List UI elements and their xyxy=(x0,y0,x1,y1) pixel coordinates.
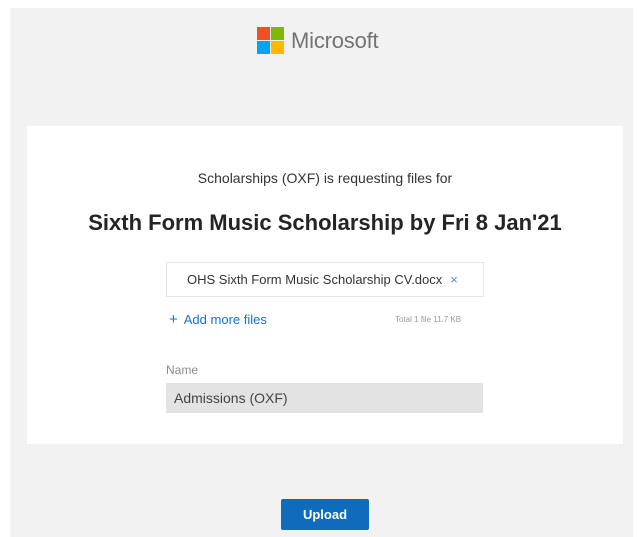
requester-line: Scholarships (OXF) is requesting files f… xyxy=(197,170,453,186)
brand-name: Microsoft xyxy=(291,27,379,53)
name-field[interactable] xyxy=(166,383,483,413)
file-item: OHS Sixth Form Music Scholarship CV.docx… xyxy=(166,262,484,297)
remove-file-icon[interactable]: × xyxy=(450,272,458,287)
microsoft-logo-icon xyxy=(257,27,284,54)
upload-button[interactable]: Upload xyxy=(281,499,369,530)
logo-square-yellow xyxy=(271,41,284,54)
request-title: Sixth Form Music Scholarship by Fri 8 Ja… xyxy=(88,210,562,235)
logo-square-red xyxy=(257,27,270,40)
brand-header: Microsoft xyxy=(257,27,379,54)
add-more-files-label: Add more files xyxy=(183,312,267,327)
name-field-label: Name xyxy=(166,363,199,377)
file-name: OHS Sixth Form Music Scholarship CV.docx xyxy=(187,272,443,287)
add-more-files-link[interactable]: + Add more files xyxy=(169,311,267,328)
plus-icon: + xyxy=(169,311,178,328)
file-request-card: Scholarships (OXF) is requesting files f… xyxy=(27,126,623,444)
logo-square-blue xyxy=(257,41,270,54)
file-summary: Total 1 file 11.7 KB xyxy=(395,315,462,324)
logo-square-green xyxy=(271,27,284,40)
